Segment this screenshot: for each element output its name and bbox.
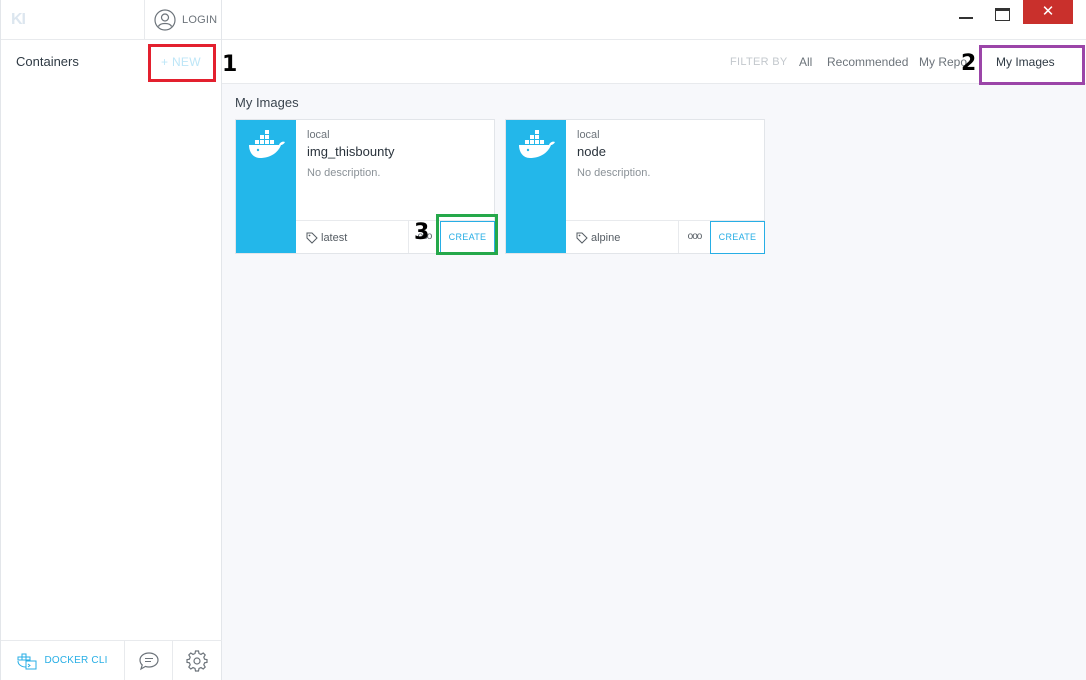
image-card-banner bbox=[506, 120, 566, 253]
close-button[interactable]: ✕ bbox=[1023, 0, 1073, 24]
image-card: local node No description. alpine ooo CR… bbox=[505, 119, 765, 254]
image-tag-label: alpine bbox=[591, 232, 621, 244]
filter-all[interactable]: All bbox=[799, 55, 812, 69]
docker-cli-label: DOCKER CLI bbox=[44, 655, 108, 666]
divider bbox=[144, 0, 145, 40]
tag-icon bbox=[576, 232, 588, 244]
image-name: node bbox=[577, 144, 606, 159]
annotation-box-my-images bbox=[979, 45, 1085, 85]
annotation-box-create bbox=[436, 214, 498, 255]
image-tag-label: latest bbox=[321, 232, 348, 244]
kitematic-logo: KI bbox=[11, 11, 26, 28]
annotation-number-2: 2 bbox=[961, 51, 977, 76]
image-name: img_thisbounty bbox=[307, 144, 395, 159]
section-title: My Images bbox=[235, 95, 299, 110]
settings-button[interactable] bbox=[173, 641, 221, 680]
main-panel: ✕ FILTER BY All Recommended My Repos My … bbox=[222, 0, 1086, 680]
user-icon bbox=[154, 9, 176, 31]
feedback-button[interactable] bbox=[125, 641, 173, 680]
docker-cli-button[interactable]: DOCKER CLI bbox=[1, 641, 125, 680]
image-namespace: local bbox=[577, 129, 600, 141]
title-bar: ✕ bbox=[222, 0, 1086, 40]
gear-icon bbox=[186, 649, 208, 672]
docker-cli-icon bbox=[17, 653, 37, 669]
more-options-button[interactable]: ooo bbox=[678, 221, 710, 253]
annotation-box-new bbox=[148, 44, 216, 82]
image-tag[interactable]: alpine bbox=[576, 232, 620, 244]
filter-by-label: FILTER BY bbox=[730, 56, 788, 68]
containers-title: Containers bbox=[16, 54, 79, 69]
image-tag[interactable]: latest bbox=[306, 232, 347, 244]
filter-recommended[interactable]: Recommended bbox=[827, 55, 908, 69]
login-button[interactable]: LOGIN bbox=[154, 9, 217, 31]
annotation-number-3: 3 bbox=[414, 220, 430, 245]
image-namespace: local bbox=[307, 129, 330, 141]
docker-whale-icon bbox=[519, 130, 555, 158]
chat-icon bbox=[138, 651, 159, 670]
image-description: No description. bbox=[307, 167, 381, 179]
image-description: No description. bbox=[577, 167, 651, 179]
create-button[interactable]: CREATE bbox=[710, 221, 765, 254]
sidebar-top-bar: KI LOGIN bbox=[1, 0, 221, 40]
minimize-button[interactable] bbox=[959, 17, 973, 19]
filter-my-repos[interactable]: My Repos bbox=[919, 55, 967, 69]
sidebar: KI LOGIN Containers + NEW DOCKER CLI bbox=[0, 0, 222, 680]
login-label: LOGIN bbox=[182, 14, 218, 26]
tag-icon bbox=[306, 232, 318, 244]
image-card-footer: alpine ooo CREATE bbox=[566, 220, 765, 254]
sidebar-bottom-bar: DOCKER CLI bbox=[1, 640, 222, 680]
filter-bar: FILTER BY All Recommended My Repos My Im… bbox=[222, 40, 1086, 84]
annotation-number-1: 1 bbox=[222, 52, 238, 77]
docker-whale-icon bbox=[249, 130, 285, 158]
image-card-banner bbox=[236, 120, 296, 253]
maximize-button[interactable] bbox=[995, 8, 1010, 21]
